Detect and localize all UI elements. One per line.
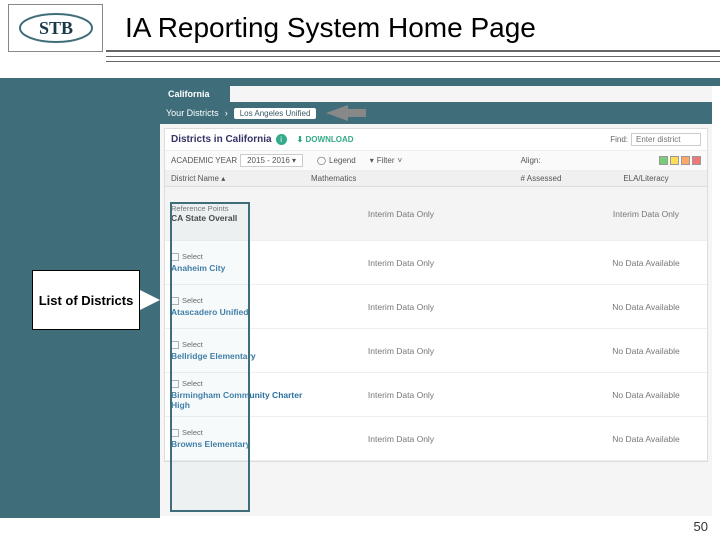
align-swatches[interactable] [659,156,701,165]
col-assessed: # Assessed [491,174,591,183]
row-ela: No Data Available [591,390,701,400]
academic-year-control[interactable]: ACADEMIC YEAR 2015 - 2016 ▾ [171,154,303,167]
checkbox-icon[interactable] [171,380,179,388]
table-row[interactable]: Reference Points CA State Overall Interi… [165,187,707,241]
breadcrumb-bar: Your Districts › Los Angeles Unified [160,102,712,124]
col-mathematics: Mathematics [311,174,491,183]
page-number: 50 [694,519,708,534]
app-screenshot: California Your Districts › Los Angeles … [160,86,712,516]
col-district-name: District Name ▴ [171,174,311,183]
row-ela: No Data Available [591,302,701,312]
table-row[interactable]: Select Bellridge Elementary Interim Data… [165,329,707,373]
districts-panel: Districts in California i ⬇ DOWNLOAD Fin… [164,128,708,462]
checkbox-icon[interactable] [171,297,179,305]
col-ela: ELA/Literacy [591,174,701,183]
row-ela: Interim Data Only [591,209,701,219]
row-math: Interim Data Only [311,258,491,268]
panel-title: Districts in California [171,134,272,145]
checkbox-icon[interactable] [171,253,179,261]
callout-arrow-icon [326,105,348,121]
chevron-right-icon: › [225,108,228,118]
row-name[interactable]: Browns Elementary [171,439,311,449]
panel-header: Districts in California i ⬇ DOWNLOAD Fin… [165,129,707,151]
table-row[interactable]: Select Anaheim City Interim Data Only No… [165,241,707,285]
row-ela: No Data Available [591,258,701,268]
row-math: Interim Data Only [311,434,491,444]
row-math: Interim Data Only [311,346,491,356]
filter-button[interactable]: ▾ Filter ˅ [370,156,402,165]
callout-list-of-districts: List of Districts [32,270,140,330]
table-row[interactable]: Select Birmingham Community Charter High… [165,373,707,417]
district-chip[interactable]: Los Angeles Unified [234,108,317,119]
row-name[interactable]: Anaheim City [171,263,311,273]
info-icon[interactable]: i [276,134,287,145]
table-row[interactable]: Select Atascadero Unified Interim Data O… [165,285,707,329]
row-ela: No Data Available [591,434,701,444]
row-math: Interim Data Only [311,390,491,400]
find-label: Find: [610,135,628,144]
state-tab[interactable]: California [160,86,230,102]
callout-arrow-icon [140,290,160,310]
legend-button[interactable]: ◯ Legend [317,156,356,165]
table-row[interactable]: Select Browns Elementary Interim Data On… [165,417,707,461]
row-name[interactable]: Birmingham Community Charter High [171,390,311,410]
row-name[interactable]: Bellridge Elementary [171,351,311,361]
logo: STB [8,4,103,52]
row-math: Interim Data Only [311,302,491,312]
column-headers: District Name ▴ Mathematics # Assessed E… [165,171,707,187]
find-input[interactable] [631,133,701,146]
row-math: Interim Data Only [311,209,491,219]
your-districts-label: Your Districts [166,108,219,118]
row-ela: No Data Available [591,346,701,356]
download-button[interactable]: ⬇ DOWNLOAD [297,135,354,144]
checkbox-icon[interactable] [171,429,179,437]
align-label: Align: [521,156,541,165]
slide-title: IA Reporting System Home Page [125,12,536,44]
reference-label: Reference Points [171,204,311,213]
checkbox-icon[interactable] [171,341,179,349]
row-name[interactable]: Atascadero Unified [171,307,311,317]
row-name: CA State Overall [171,213,311,223]
toolbar: ACADEMIC YEAR 2015 - 2016 ▾ ◯ Legend ▾ F… [165,151,707,171]
divider-lines [106,50,720,66]
svg-text:STB: STB [38,18,72,38]
